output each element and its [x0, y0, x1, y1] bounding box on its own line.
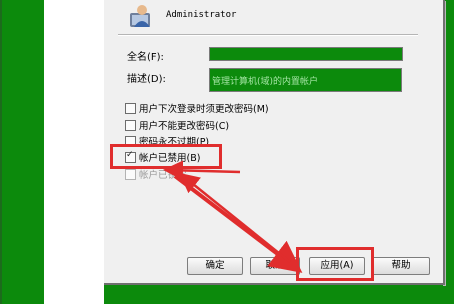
checkbox-label: 用户不能更改密码(C) — [139, 121, 230, 132]
checkbox-box[interactable] — [125, 119, 136, 131]
checkbox-cannot-change-password[interactable]: 用户不能更改密码(C) — [125, 118, 229, 132]
description-field[interactable]: 管理计算机(域)的内置帐户 — [209, 68, 402, 92]
user-icon — [130, 5, 150, 27]
checkbox-account-locked: 帐户已锁定 — [125, 167, 187, 181]
checkbox-box[interactable] — [125, 102, 136, 114]
fullname-value — [210, 56, 212, 66]
description-value: 管理计算机(域)的内置帐户 — [212, 77, 319, 87]
checkbox-label: 用户下次登录时须更改密码(M) — [139, 104, 269, 115]
checkbox-label: 帐户已锁定 — [139, 170, 187, 181]
description-label: 描述(D): — [127, 74, 166, 85]
cancel-button[interactable]: 取消 — [250, 257, 300, 275]
help-button[interactable]: 帮助 — [372, 257, 430, 275]
background-strip — [104, 285, 443, 304]
checkbox-box — [125, 168, 136, 180]
ok-button[interactable]: 确定 — [187, 257, 243, 275]
fullname-label: 全名(F): — [127, 52, 164, 63]
separator — [118, 34, 418, 36]
left-panel — [44, 0, 104, 304]
user-name: Administrator — [166, 10, 237, 20]
highlight-account-disabled — [110, 144, 222, 169]
fullname-field[interactable] — [209, 47, 403, 61]
checkbox-must-change-password[interactable]: 用户下次登录时须更改密码(M) — [125, 101, 269, 115]
highlight-apply-button — [296, 247, 374, 281]
